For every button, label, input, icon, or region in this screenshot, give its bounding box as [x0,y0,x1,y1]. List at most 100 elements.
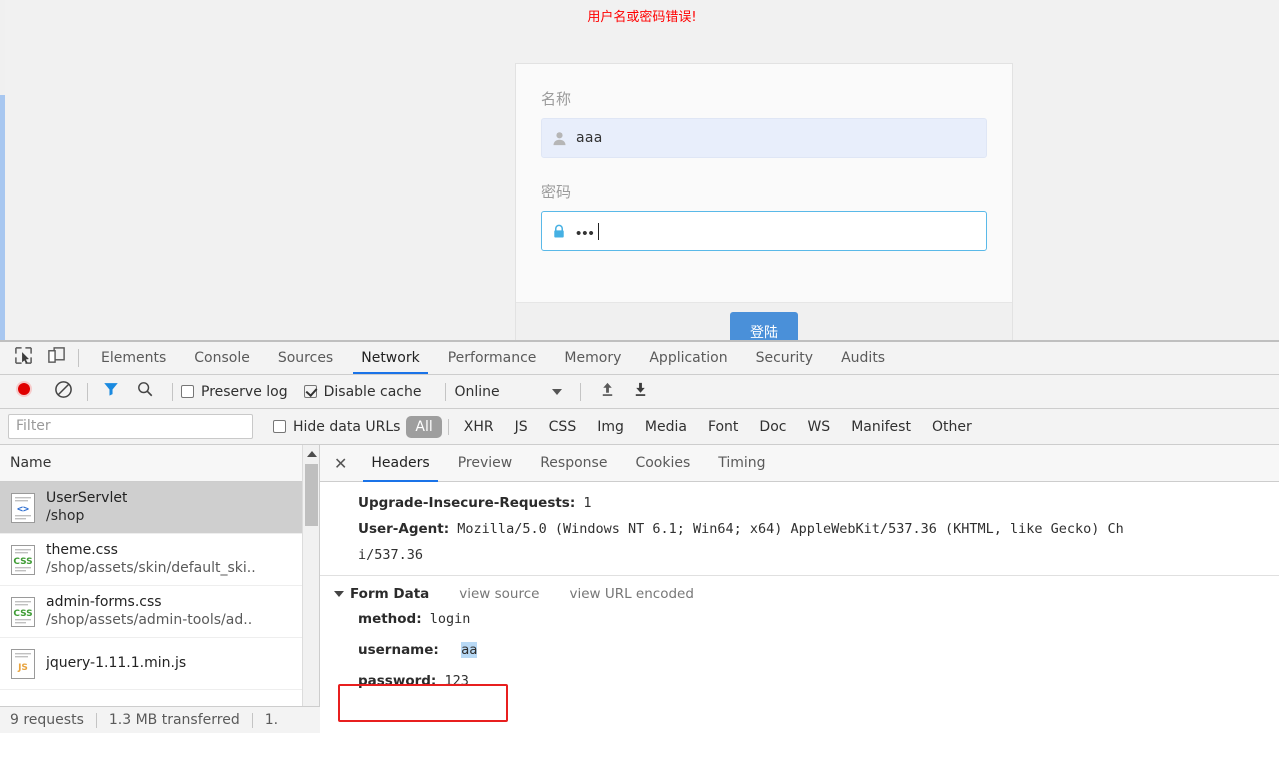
request-name: jquery-1.11.1.min.js [46,655,187,671]
device-toolbar-icon[interactable] [47,346,66,370]
form-data-value: aa [461,642,478,658]
table-row[interactable]: JS jquery-1.11.1.min.js [0,638,319,690]
type-filter-ws[interactable]: WS [798,416,839,438]
toolbar-divider-3 [445,382,447,401]
view-url-encoded-link[interactable]: view URL encoded [569,586,693,602]
password-input-value: ••• [576,224,595,242]
devtools-tab-console[interactable]: Console [180,342,264,374]
svg-text:CSS: CSS [13,609,32,619]
form-data-section-header[interactable]: Form Data view source view URL encoded [320,576,1279,604]
disable-cache-checkbox-box [303,385,317,398]
scrollbar-thumb[interactable] [305,464,318,526]
toolbar-divider-2 [172,382,173,401]
filter-input[interactable]: Filter [8,414,253,439]
devtools-tab-application[interactable]: Application [635,342,741,374]
filter-funnel-icon[interactable] [102,380,120,403]
request-list[interactable]: <> UserServlet /shop CSS theme.css /shop… [0,482,319,733]
detail-tab-headers[interactable]: Headers [357,445,443,482]
disable-cache-checkbox[interactable]: Disable cache [303,383,422,400]
detail-tabbar: ✕ Headers Preview Response Cookies Timin… [320,445,1279,482]
css-file-icon: CSS [10,596,36,628]
detail-tab-timing[interactable]: Timing [704,445,779,482]
devtools-tab-sources[interactable]: Sources [264,342,347,374]
header-key: Upgrade-Insecure-Requests: [358,495,576,511]
devtools-tab-memory[interactable]: Memory [550,342,635,374]
table-row[interactable]: CSS theme.css /shop/assets/skin/default_… [0,534,319,586]
record-button-icon[interactable] [14,379,34,404]
request-list-scrollbar[interactable] [302,445,319,733]
detail-tab-preview[interactable]: Preview [444,445,527,482]
search-icon[interactable] [136,380,154,403]
devtools-tabbar: Elements Console Sources Network Perform… [0,342,1279,375]
close-icon[interactable]: ✕ [332,454,357,473]
scroll-up-arrow-icon[interactable] [303,445,320,462]
header-value: Mozilla/5.0 (Windows NT 6.1; Win64; x64)… [457,521,1124,537]
detail-tab-response[interactable]: Response [526,445,621,482]
devtools-tab-elements[interactable]: Elements [87,342,180,374]
password-field-label: 密码 [541,183,572,201]
request-row-texts: admin-forms.css /shop/assets/admin-tools… [46,594,252,630]
request-path: /shop/assets/skin/default_ski.. [46,559,256,576]
network-filter-bar: Filter Hide data URLs All XHR JS CSS Img… [0,409,1279,445]
inspect-element-icon[interactable] [14,346,33,370]
request-list-column-header: Name [0,445,319,482]
table-row[interactable]: CSS admin-forms.css /shop/assets/admin-t… [0,586,319,638]
status-divider-1 [95,712,97,728]
clear-button-icon[interactable] [54,380,73,404]
type-filter-doc[interactable]: Doc [750,416,795,438]
type-filter-divider [447,418,449,435]
login-submit-button[interactable]: 登陆 [730,312,798,340]
type-filter-other[interactable]: Other [923,416,981,438]
status-requests: 9 requests [10,712,84,728]
form-data-row: method: login [320,604,1279,635]
password-input[interactable]: ••• [541,211,987,251]
devtools-tab-performance[interactable]: Performance [434,342,551,374]
request-name: admin-forms.css [46,593,162,610]
devtools-tab-audits[interactable]: Audits [827,342,899,374]
type-filter-all[interactable]: All [406,415,442,438]
import-har-icon[interactable] [599,381,616,403]
detail-tab-cookies[interactable]: Cookies [621,445,704,482]
document-file-icon: <> [10,492,36,524]
devtools-panel: Elements Console Sources Network Perform… [0,340,1279,761]
username-input[interactable]: aaa [541,118,987,158]
type-filter-font[interactable]: Font [699,416,747,438]
type-filter-xhr[interactable]: XHR [455,416,503,438]
status-finish: 1. [264,712,279,728]
header-row: Upgrade-Insecure-Requests: 1 [320,490,1279,516]
hide-data-urls-checkbox-box [273,420,286,433]
type-filter-img[interactable]: Img [588,416,633,438]
login-card-body: 名称 aaa 密码 ••• [516,64,1012,302]
request-path: /shop [46,507,85,524]
network-status-bar: 9 requests 1.3 MB transferred 1. [0,706,320,733]
request-row-texts: theme.css /shop/assets/skin/default_ski.… [46,542,256,578]
view-source-link[interactable]: view source [459,586,539,602]
js-file-icon: JS [10,648,36,680]
export-har-icon[interactable] [632,381,649,403]
triangle-down-icon[interactable] [334,591,344,597]
svg-text:CSS: CSS [13,557,32,567]
disable-cache-label: Disable cache [323,383,422,400]
type-filter-js[interactable]: JS [506,416,537,438]
form-data-key: password: [358,673,437,689]
form-data-title: Form Data [350,586,430,602]
request-name: UserServlet [46,489,128,506]
username-field-label: 名称 [541,90,572,108]
login-card: 名称 aaa 密码 ••• 登陆 [515,63,1013,340]
type-filter-css[interactable]: CSS [540,416,586,438]
toolbar-divider-4 [579,382,581,401]
web-page-viewport: 用户名或密码错误! 名称 aaa 密码 ••• 登陆 [0,0,1279,340]
request-detail-pane: ✕ Headers Preview Response Cookies Timin… [320,445,1279,733]
table-row[interactable]: <> UserServlet /shop [0,482,319,534]
hide-data-urls-checkbox[interactable]: Hide data URLs [273,419,400,435]
type-filter-manifest[interactable]: Manifest [842,416,920,438]
devtools-tab-network[interactable]: Network [347,342,433,374]
preserve-log-checkbox[interactable]: Preserve log [181,384,288,400]
header-value: 1 [583,495,592,511]
throttling-select[interactable]: Online [454,384,562,400]
type-filter-media[interactable]: Media [636,416,696,438]
devtools-tab-security[interactable]: Security [742,342,828,374]
header-value-wrap: i/537.36 [358,547,424,563]
chevron-down-icon [551,388,562,395]
form-data-value: 123 [444,673,469,689]
